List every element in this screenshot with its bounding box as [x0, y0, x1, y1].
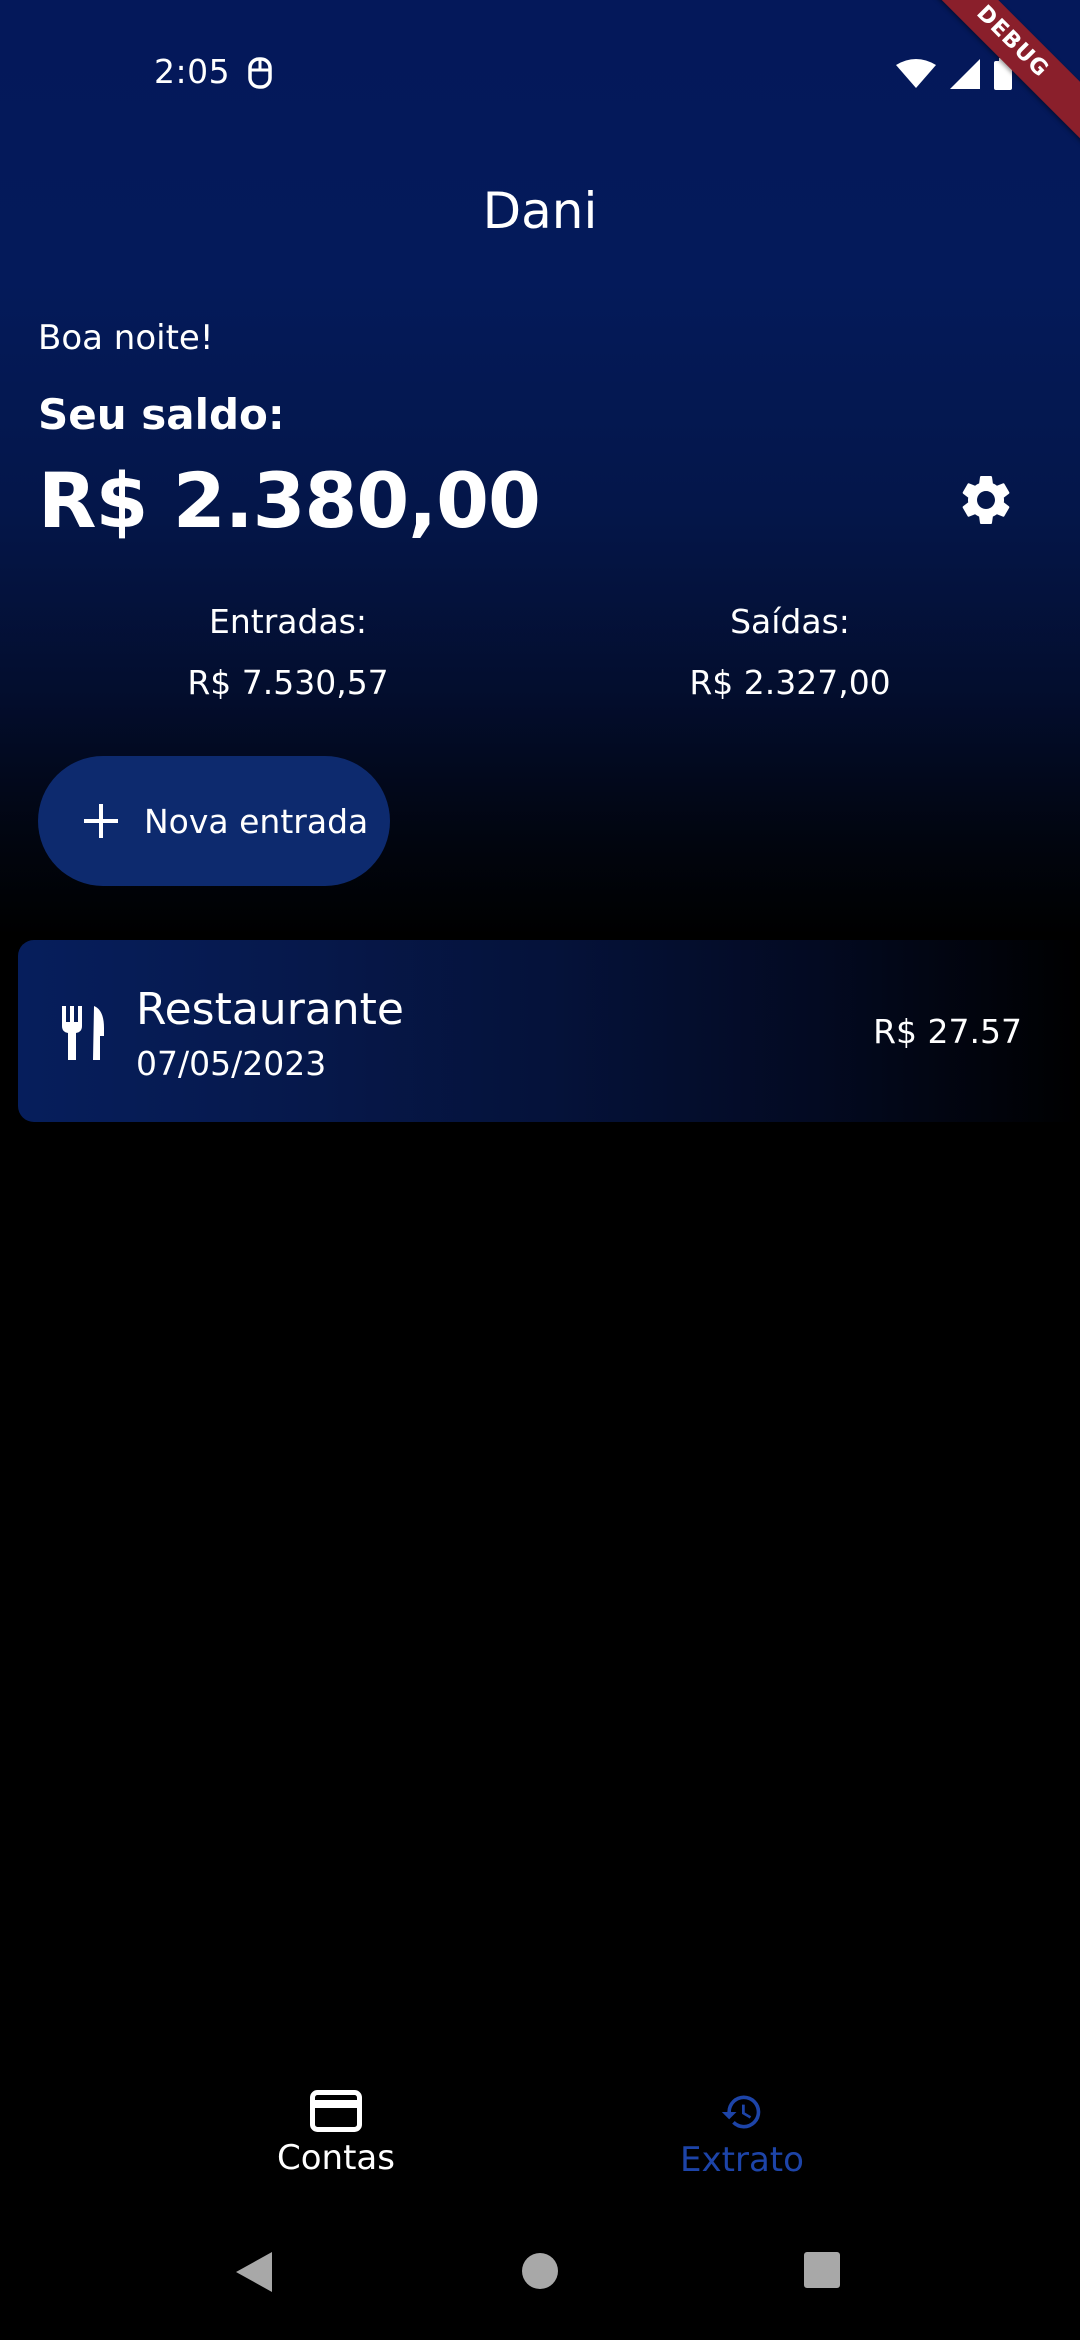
greeting-text: Boa noite!	[38, 318, 214, 358]
back-icon[interactable]	[236, 2252, 272, 2292]
expense-value: R$ 2.327,00	[689, 663, 891, 702]
nav-label-extrato: Extrato	[680, 2140, 804, 2180]
balance-label: Seu saldo:	[38, 390, 285, 439]
income-summary: Entradas: R$ 7.530,57	[88, 602, 488, 702]
wifi-icon	[896, 59, 936, 88]
page-title: Dani	[482, 182, 598, 240]
nav-item-contas[interactable]: Contas	[216, 2080, 456, 2178]
expense-label: Saídas:	[730, 602, 850, 641]
status-icons	[896, 58, 1012, 90]
transaction-amount: R$ 27.57	[873, 1012, 1022, 1051]
home-icon[interactable]	[521, 2252, 559, 2290]
transaction-item[interactable]: Restaurante 07/05/2023 R$ 27.57	[18, 940, 1080, 1122]
bottom-navigation: Contas Extrato	[0, 2080, 1080, 2210]
new-entry-button[interactable]: Nova entrada	[38, 756, 390, 886]
settings-gear-icon[interactable]	[956, 470, 1016, 530]
history-icon	[721, 2095, 761, 2129]
recents-icon[interactable]	[804, 2252, 840, 2288]
balance-summary: Entradas: R$ 7.530,57 Saídas: R$ 2.327,0…	[0, 602, 1080, 722]
nav-item-extrato[interactable]: Extrato	[622, 2080, 862, 2180]
cellular-signal-icon	[950, 59, 980, 89]
expense-summary: Saídas: R$ 2.327,00	[590, 602, 990, 702]
income-value: R$ 7.530,57	[187, 663, 389, 702]
notification-icon	[248, 57, 272, 89]
credit-card-icon	[310, 2090, 362, 2132]
plus-icon	[84, 804, 118, 838]
app-screen: 2:05 DEBUG Dani Boa noite! Seu saldo: R$…	[0, 0, 1080, 2340]
income-label: Entradas:	[209, 602, 367, 641]
nav-label-contas: Contas	[277, 2138, 395, 2178]
transaction-title: Restaurante	[136, 984, 404, 1035]
restaurant-icon	[62, 1006, 104, 1060]
status-time: 2:05	[154, 52, 231, 91]
system-navigation-bar	[0, 2230, 1080, 2340]
balance-value: R$ 2.380,00	[38, 456, 541, 545]
transaction-date: 07/05/2023	[136, 1044, 327, 1083]
status-bar: 2:05 DEBUG	[0, 0, 1080, 150]
new-entry-label: Nova entrada	[144, 801, 369, 841]
